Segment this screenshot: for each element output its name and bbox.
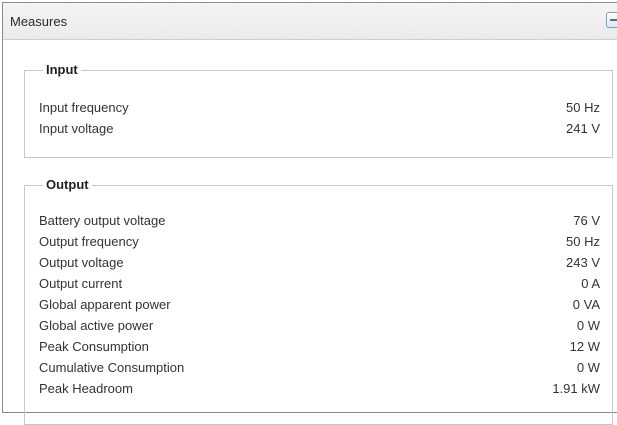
measure-label: Battery output voltage xyxy=(39,213,166,228)
measure-label: Input frequency xyxy=(39,100,129,115)
measure-value: 0 W xyxy=(576,318,600,333)
measure-label: Output current xyxy=(39,276,123,291)
measure-label: Peak Consumption xyxy=(39,339,149,354)
measure-row: Global active power 0 W xyxy=(39,315,600,336)
measure-label: Output voltage xyxy=(39,255,124,270)
measure-row: Battery output voltage 76 V xyxy=(39,210,600,231)
measure-value: 50 Hz xyxy=(566,100,600,115)
minus-icon xyxy=(610,19,617,21)
collapse-button[interactable] xyxy=(606,12,617,28)
output-group: Output Battery output voltage 76 V Outpu… xyxy=(24,177,613,425)
panel-title: Measures xyxy=(10,14,68,29)
measure-label: Cumulative Consumption xyxy=(39,360,185,375)
panel-header: Measures xyxy=(3,3,617,40)
measure-row: Output current 0 A xyxy=(39,273,600,294)
measure-label: Input voltage xyxy=(39,121,114,136)
measure-value: 76 V xyxy=(573,213,600,228)
measure-row: Output frequency 50 Hz xyxy=(39,231,600,252)
measure-value: 0 VA xyxy=(572,297,600,312)
measure-label: Global active power xyxy=(39,318,154,333)
measure-label: Global apparent power xyxy=(39,297,171,312)
measure-value: 50 Hz xyxy=(566,234,600,249)
measure-value: 0 W xyxy=(576,360,600,375)
measure-label: Output frequency xyxy=(39,234,139,249)
measure-value: 243 V xyxy=(566,255,600,270)
measure-row: Input voltage 241 V xyxy=(39,118,600,139)
measure-row: Peak Headroom 1.91 kW xyxy=(39,378,600,399)
measures-panel: Measures Input Input frequency 50 Hz Inp… xyxy=(2,2,617,425)
measure-value: 1.91 kW xyxy=(552,381,600,396)
measure-row: Global apparent power 0 VA xyxy=(39,294,600,315)
input-group: Input Input frequency 50 Hz Input voltag… xyxy=(24,62,613,158)
measure-row: Input frequency 50 Hz xyxy=(39,97,600,118)
measure-row: Peak Consumption 12 W xyxy=(39,336,600,357)
input-legend: Input xyxy=(43,62,81,77)
output-legend: Output xyxy=(43,177,92,192)
measure-value: 0 A xyxy=(581,276,600,291)
measure-value: 241 V xyxy=(566,121,600,136)
measure-row: Cumulative Consumption 0 W xyxy=(39,357,600,378)
measure-row: Output voltage 243 V xyxy=(39,252,600,273)
measure-value: 12 W xyxy=(569,339,600,354)
measure-label: Peak Headroom xyxy=(39,381,133,396)
